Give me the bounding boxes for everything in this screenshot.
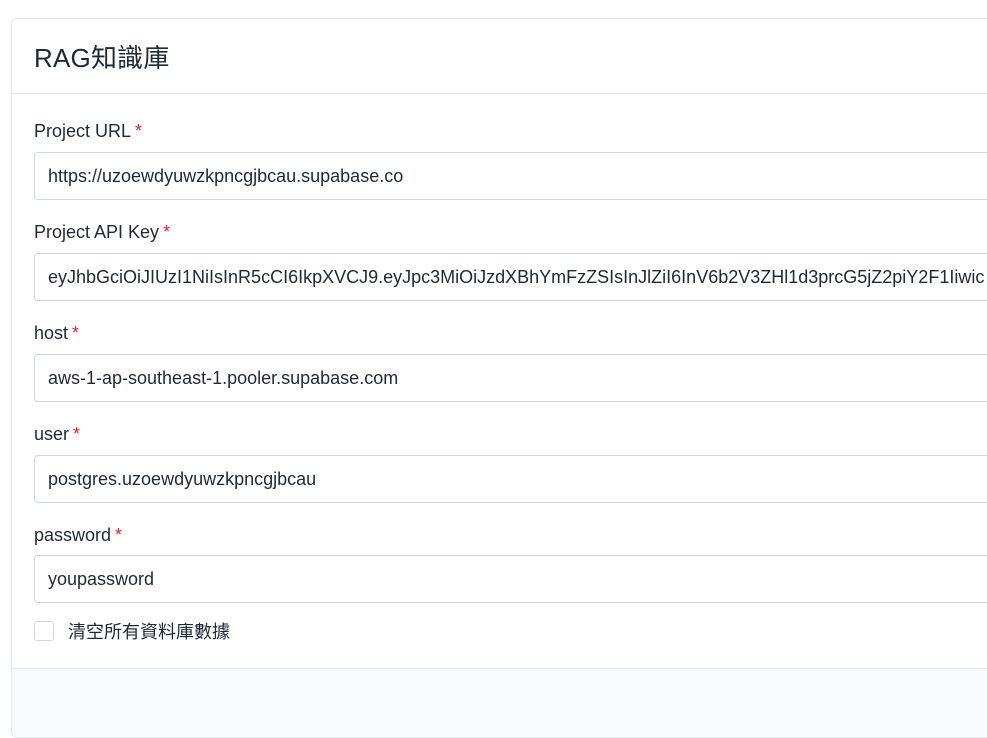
password-input[interactable] xyxy=(34,555,987,603)
required-mark: * xyxy=(73,424,81,444)
card-footer xyxy=(12,668,987,737)
host-input[interactable] xyxy=(34,354,987,402)
settings-form: Project URL* Project API Key* host* user… xyxy=(12,94,987,668)
required-mark: * xyxy=(135,121,143,141)
clear-all-label[interactable]: 清空所有資料庫數據 xyxy=(68,618,230,644)
user-input[interactable] xyxy=(34,455,987,503)
rag-settings-card: RAG知識庫 Project URL* Project API Key* hos… xyxy=(11,18,987,738)
host-label: host * xyxy=(34,323,79,344)
project-url-label-text: Project URL xyxy=(34,121,132,141)
project-api-key-label-text: Project API Key xyxy=(34,222,160,242)
project-api-key-input[interactable] xyxy=(34,253,987,301)
password-label: password * xyxy=(34,525,122,546)
required-mark: * xyxy=(163,222,171,242)
card-header: RAG知識庫 xyxy=(12,19,987,94)
page-title: RAG知識庫 xyxy=(34,42,170,73)
user-label: user * xyxy=(34,424,80,445)
required-mark: * xyxy=(115,525,123,545)
password-label-text: password xyxy=(34,525,112,545)
project-url-input[interactable] xyxy=(34,152,987,200)
project-api-key-label: Project API Key * xyxy=(34,222,170,243)
clear-all-checkbox[interactable] xyxy=(34,621,54,641)
user-label-text: user xyxy=(34,424,70,444)
clear-all-row[interactable]: 清空所有資料庫數據 xyxy=(34,618,230,644)
required-mark: * xyxy=(72,323,80,343)
host-label-text: host xyxy=(34,323,69,343)
project-url-label: Project URL * xyxy=(34,121,142,142)
